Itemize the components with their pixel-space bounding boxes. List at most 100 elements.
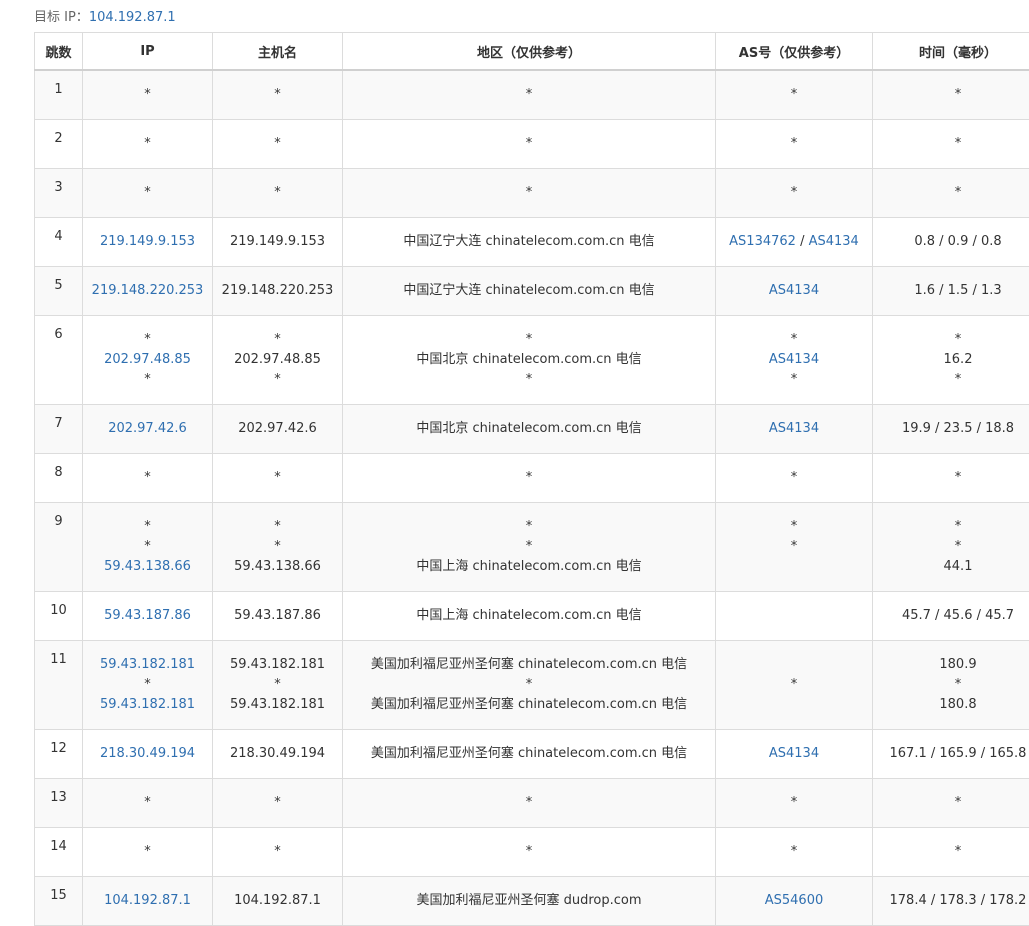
latency-value: 167.1 / 165.9 / 165.8 bbox=[877, 744, 1029, 764]
as-cell bbox=[716, 592, 873, 641]
ip-address-link[interactable]: 59.43.138.66 bbox=[87, 557, 208, 577]
ip-cell: * bbox=[83, 70, 213, 120]
time-cell: 19.9 / 23.5 / 18.8 bbox=[873, 405, 1029, 454]
hostname-cell: * bbox=[213, 779, 343, 828]
hop-number-cell: 7 bbox=[35, 405, 83, 454]
traceroute-table: 跳数 IP 主机名 地区（仅供参考） AS号（仅供参考） 时间（毫秒） 1***… bbox=[34, 32, 1029, 926]
hop-number-cell: 3 bbox=[35, 169, 83, 218]
as-cell: AS134762 / AS4134 bbox=[716, 218, 873, 267]
time-cell: **44.1 bbox=[873, 503, 1029, 592]
no-response-marker: * bbox=[347, 537, 711, 557]
no-response-marker: * bbox=[877, 517, 1029, 537]
as-cell: ** bbox=[716, 503, 873, 592]
hop-number-cell: 4 bbox=[35, 218, 83, 267]
hostname-cell: 104.192.87.1 bbox=[213, 877, 343, 926]
as-number-link[interactable]: AS4134 bbox=[769, 746, 819, 761]
as-number-link[interactable]: AS54600 bbox=[765, 893, 824, 908]
table-row: 8***** bbox=[35, 454, 1029, 503]
target-ip-label: 目标 IP： bbox=[34, 10, 89, 25]
table-row: 12218.30.49.194218.30.49.194美国加利福尼亚州圣何塞 … bbox=[35, 730, 1029, 779]
no-response-marker: * bbox=[217, 842, 338, 862]
target-ip-line: 目标 IP：104.192.87.1 bbox=[34, 6, 176, 25]
no-response-marker: * bbox=[791, 185, 798, 200]
table-row: 1***** bbox=[35, 70, 1029, 120]
hostname-cell: * bbox=[213, 70, 343, 120]
no-response-marker: * bbox=[877, 793, 1029, 813]
no-response-marker: * bbox=[347, 183, 711, 203]
ip-cell: **59.43.138.66 bbox=[83, 503, 213, 592]
no-response-marker: * bbox=[877, 330, 1029, 350]
region-cell: 中国辽宁大连 chinatelecom.com.cn 电信 bbox=[343, 218, 716, 267]
column-header-region: 地区（仅供参考） bbox=[343, 33, 716, 71]
as-number-link[interactable]: AS4134 bbox=[769, 283, 819, 298]
hop-number-cell: 10 bbox=[35, 592, 83, 641]
no-response-marker: * bbox=[87, 330, 208, 350]
hop-number-cell: 12 bbox=[35, 730, 83, 779]
latency-value: 180.8 bbox=[877, 695, 1029, 715]
as-number-link[interactable]: AS4134 bbox=[769, 352, 819, 367]
time-cell: 180.9*180.8 bbox=[873, 641, 1029, 730]
as-line: * bbox=[720, 793, 868, 813]
latency-value: 0.8 / 0.9 / 0.8 bbox=[877, 232, 1029, 252]
as-cell: AS54600 bbox=[716, 877, 873, 926]
hostname: 59.43.138.66 bbox=[217, 557, 338, 577]
as-line: * bbox=[720, 134, 868, 154]
region-text: 美国加利福尼亚州圣何塞 chinatelecom.com.cn 电信 bbox=[347, 655, 711, 675]
region-text: 美国加利福尼亚州圣何塞 chinatelecom.com.cn 电信 bbox=[347, 744, 711, 764]
as-number-link[interactable]: AS4134 bbox=[809, 234, 859, 249]
as-line: AS54600 bbox=[720, 891, 868, 911]
ip-cell: 219.148.220.253 bbox=[83, 267, 213, 316]
ip-address-link[interactable]: 104.192.87.1 bbox=[87, 891, 208, 911]
ip-address-link[interactable]: 218.30.49.194 bbox=[87, 744, 208, 764]
table-row: 9**59.43.138.66**59.43.138.66**中国上海 chin… bbox=[35, 503, 1029, 592]
time-cell: * bbox=[873, 454, 1029, 503]
column-header-hop: 跳数 bbox=[35, 33, 83, 71]
as-line: * bbox=[720, 330, 868, 350]
ip-cell: * bbox=[83, 454, 213, 503]
region-text: 中国上海 chinatelecom.com.cn 电信 bbox=[347, 557, 711, 577]
latency-value: 178.4 / 178.3 / 178.2 bbox=[877, 891, 1029, 911]
as-separator: / bbox=[796, 234, 809, 249]
as-line: AS134762 / AS4134 bbox=[720, 232, 868, 252]
table-row: 1159.43.182.181*59.43.182.18159.43.182.1… bbox=[35, 641, 1029, 730]
ip-address-link[interactable]: 59.43.182.181 bbox=[87, 695, 208, 715]
ip-address-link[interactable]: 59.43.182.181 bbox=[87, 655, 208, 675]
no-response-marker: * bbox=[87, 842, 208, 862]
column-header-ip: IP bbox=[83, 33, 213, 71]
as-number-link[interactable]: AS134762 bbox=[729, 234, 796, 249]
hostname-cell: **59.43.138.66 bbox=[213, 503, 343, 592]
no-response-marker: * bbox=[791, 539, 798, 554]
as-cell: * bbox=[716, 779, 873, 828]
time-cell: * bbox=[873, 779, 1029, 828]
table-row: 7202.97.42.6202.97.42.6中国北京 chinatelecom… bbox=[35, 405, 1029, 454]
region-text: 美国加利福尼亚州圣何塞 dudrop.com bbox=[347, 891, 711, 911]
as-line: * bbox=[720, 517, 868, 537]
no-response-marker: * bbox=[87, 85, 208, 105]
ip-address-link[interactable]: 202.97.48.85 bbox=[87, 350, 208, 370]
time-cell: 45.7 / 45.6 / 45.7 bbox=[873, 592, 1029, 641]
hop-number-cell: 5 bbox=[35, 267, 83, 316]
time-cell: 1.6 / 1.5 / 1.3 bbox=[873, 267, 1029, 316]
hostname-cell: * bbox=[213, 169, 343, 218]
ip-address-link[interactable]: 219.148.220.253 bbox=[87, 281, 208, 301]
no-response-marker: * bbox=[87, 370, 208, 390]
no-response-marker: * bbox=[87, 675, 208, 695]
region-cell: * bbox=[343, 70, 716, 120]
region-cell: 中国上海 chinatelecom.com.cn 电信 bbox=[343, 592, 716, 641]
ip-cell: * bbox=[83, 120, 213, 169]
region-text: 中国辽宁大连 chinatelecom.com.cn 电信 bbox=[347, 232, 711, 252]
region-cell: **中国上海 chinatelecom.com.cn 电信 bbox=[343, 503, 716, 592]
ip-address-link[interactable]: 59.43.187.86 bbox=[87, 606, 208, 626]
hop-number-cell: 2 bbox=[35, 120, 83, 169]
no-response-marker: * bbox=[791, 372, 798, 387]
no-response-marker: * bbox=[877, 370, 1029, 390]
table-row: 15104.192.87.1104.192.87.1美国加利福尼亚州圣何塞 du… bbox=[35, 877, 1029, 926]
as-cell: * bbox=[716, 454, 873, 503]
as-number-link[interactable]: AS4134 bbox=[769, 421, 819, 436]
ip-address-link[interactable]: 202.97.42.6 bbox=[87, 419, 208, 439]
ip-address-link[interactable]: 219.149.9.153 bbox=[87, 232, 208, 252]
region-cell: * bbox=[343, 120, 716, 169]
region-text: 中国北京 chinatelecom.com.cn 电信 bbox=[347, 419, 711, 439]
time-cell: * bbox=[873, 169, 1029, 218]
hostname-cell: * bbox=[213, 120, 343, 169]
